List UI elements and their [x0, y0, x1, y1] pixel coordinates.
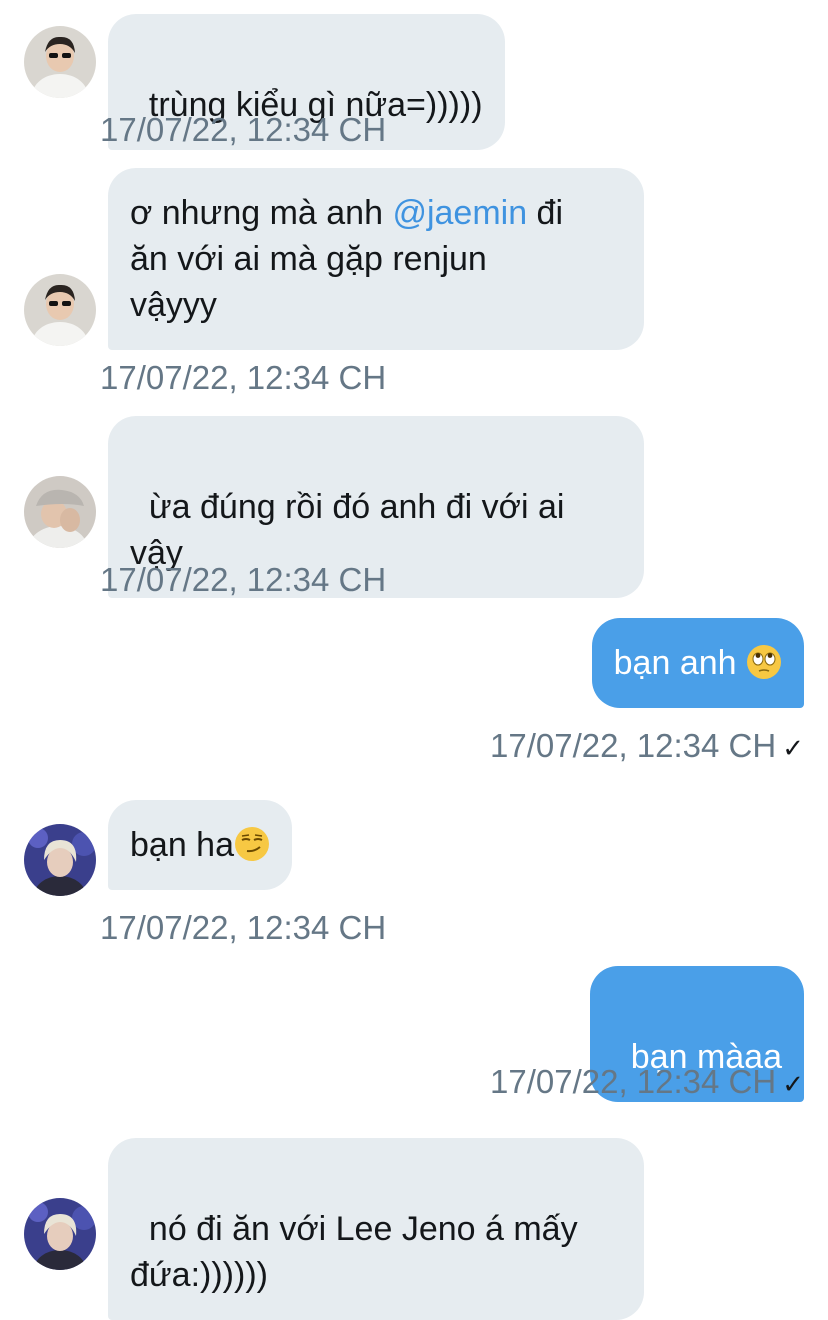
sent-check-icon: ✓ — [782, 733, 804, 763]
smirk-emoji-icon — [235, 827, 269, 861]
avatar[interactable] — [24, 824, 96, 896]
message-bubble[interactable]: ơ nhưng mà anh @jaemin đi ăn với ai mà g… — [108, 168, 644, 350]
message-timestamp: 17/07/22, 12:34 CH ✓ — [490, 1062, 804, 1104]
avatar-sunglasses-person-icon — [24, 26, 96, 98]
message-bubble[interactable]: nó đi ăn với Lee Jeno á mấy đứa:)))))) — [108, 1138, 644, 1320]
avatar[interactable] — [24, 274, 96, 346]
avatar[interactable] — [24, 26, 96, 98]
eye-roll-emoji-icon — [747, 645, 781, 679]
message-text: bạn anh — [613, 644, 746, 682]
message-text: bạn ha — [130, 826, 234, 864]
message-timestamp: 17/07/22, 12:34 CH — [100, 359, 387, 396]
message-bubble[interactable]: bạn ha — [108, 800, 292, 890]
timestamp-text: 17/07/22, 12:34 CH — [489, 1063, 777, 1100]
timestamp-text: 17/07/22, 12:34 CH — [489, 727, 777, 764]
message-text: nó đi ăn với Lee Jeno á mấy đứa:)))))) — [130, 1210, 578, 1294]
message-text: ơ nhưng mà anh — [130, 194, 393, 232]
avatar-blond-person-icon — [24, 1198, 96, 1270]
avatar[interactable] — [24, 1198, 96, 1270]
message-bubble-outgoing[interactable]: bạn anh — [591, 618, 804, 708]
mention-link[interactable]: @jaemin — [392, 194, 527, 232]
avatar-sunglasses-person-icon — [24, 274, 96, 346]
sent-check-icon: ✓ — [782, 1069, 804, 1099]
avatar-blond-person-icon — [24, 824, 96, 896]
avatar-cap-person-icon — [24, 476, 96, 548]
message-timestamp: 17/07/22, 12:34 CH — [100, 111, 387, 148]
avatar[interactable] — [24, 476, 96, 548]
message-timestamp: 17/07/22, 12:34 CH — [100, 909, 387, 946]
message-timestamp: 17/07/22, 12:34 CH — [100, 561, 387, 598]
message-timestamp: 17/07/22, 12:34 CH ✓ — [490, 726, 804, 768]
